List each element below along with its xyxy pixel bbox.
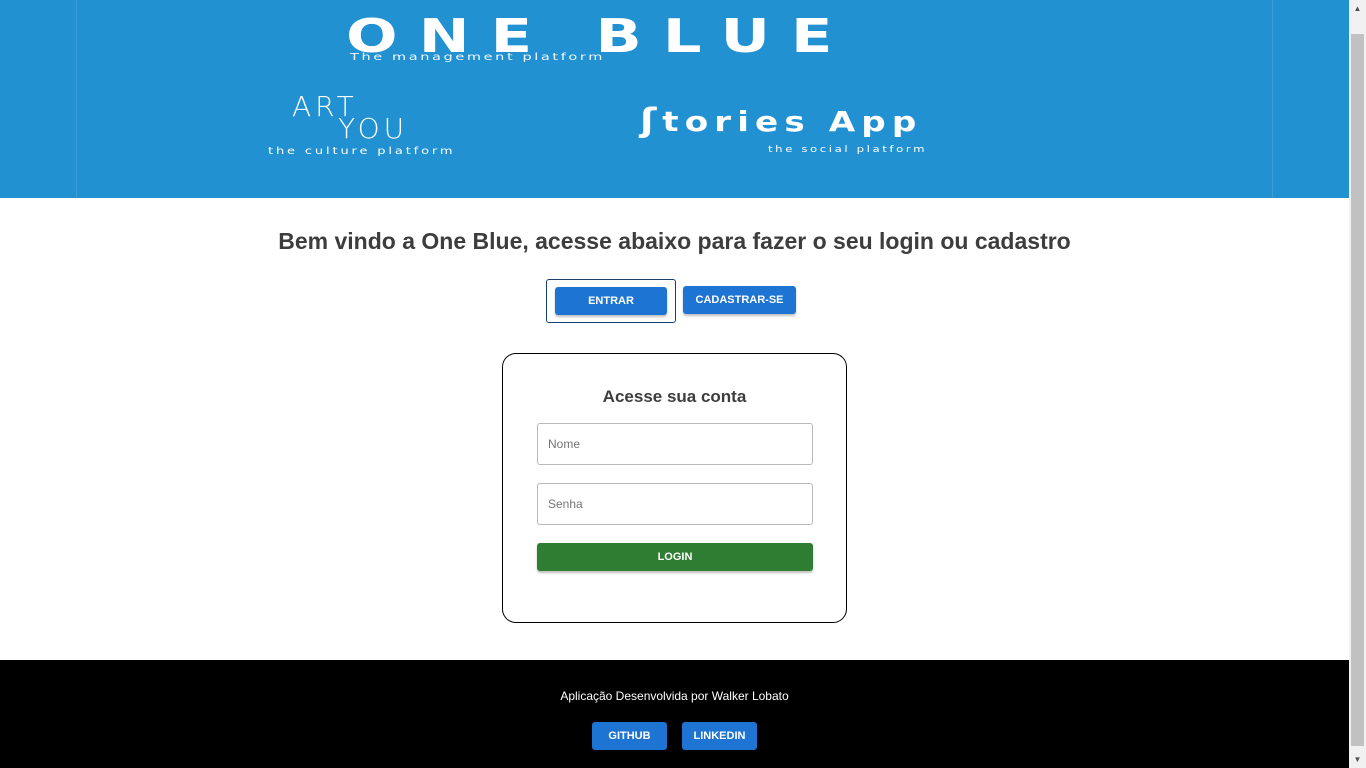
senha-input[interactable] [537, 483, 813, 525]
art-you-logo-line2: YOU [338, 112, 409, 145]
cadastrar-button[interactable]: CADASTRAR-SE [683, 286, 796, 314]
footer-credit: Aplicação Desenvolvida por Walker Lobato [560, 689, 789, 703]
hero-divider-left [76, 0, 77, 198]
page: ONE BLUE The management platform ART YOU… [0, 0, 1349, 768]
github-button[interactable]: GITHUB [592, 722, 667, 750]
scrollbar-thumb[interactable] [1351, 34, 1364, 746]
vertical-scrollbar[interactable]: ▲ ▼ [1349, 0, 1366, 768]
art-you-logo: ART YOU [292, 93, 409, 145]
login-button[interactable]: LOGIN [537, 543, 813, 571]
hero-divider-right [1272, 0, 1273, 198]
scroll-up-icon[interactable]: ▲ [1349, 0, 1366, 17]
entrar-button[interactable]: ENTRAR [555, 287, 667, 315]
stories-app-logo-text: tories App [662, 105, 923, 138]
art-you-tagline: the culture platform [268, 146, 456, 157]
stories-app-tagline: the social platform [768, 145, 928, 155]
welcome-heading: Bem vindo a One Blue, acesse abaixo para… [278, 228, 1071, 254]
linkedin-button[interactable]: LINKEDIN [682, 722, 757, 750]
stories-app-logo: ʃtories App [640, 104, 922, 138]
one-blue-tagline: The management platform [350, 52, 605, 63]
stories-s-icon: ʃ [640, 101, 663, 139]
scroll-down-icon[interactable]: ▼ [1349, 751, 1366, 768]
footer: Aplicação Desenvolvida por Walker Lobato… [0, 660, 1349, 768]
login-card: Acesse sua conta [502, 353, 847, 623]
login-card-title: Acesse sua conta [602, 387, 747, 406]
nome-input[interactable] [537, 423, 813, 465]
hero-banner: ONE BLUE The management platform ART YOU… [0, 0, 1349, 198]
